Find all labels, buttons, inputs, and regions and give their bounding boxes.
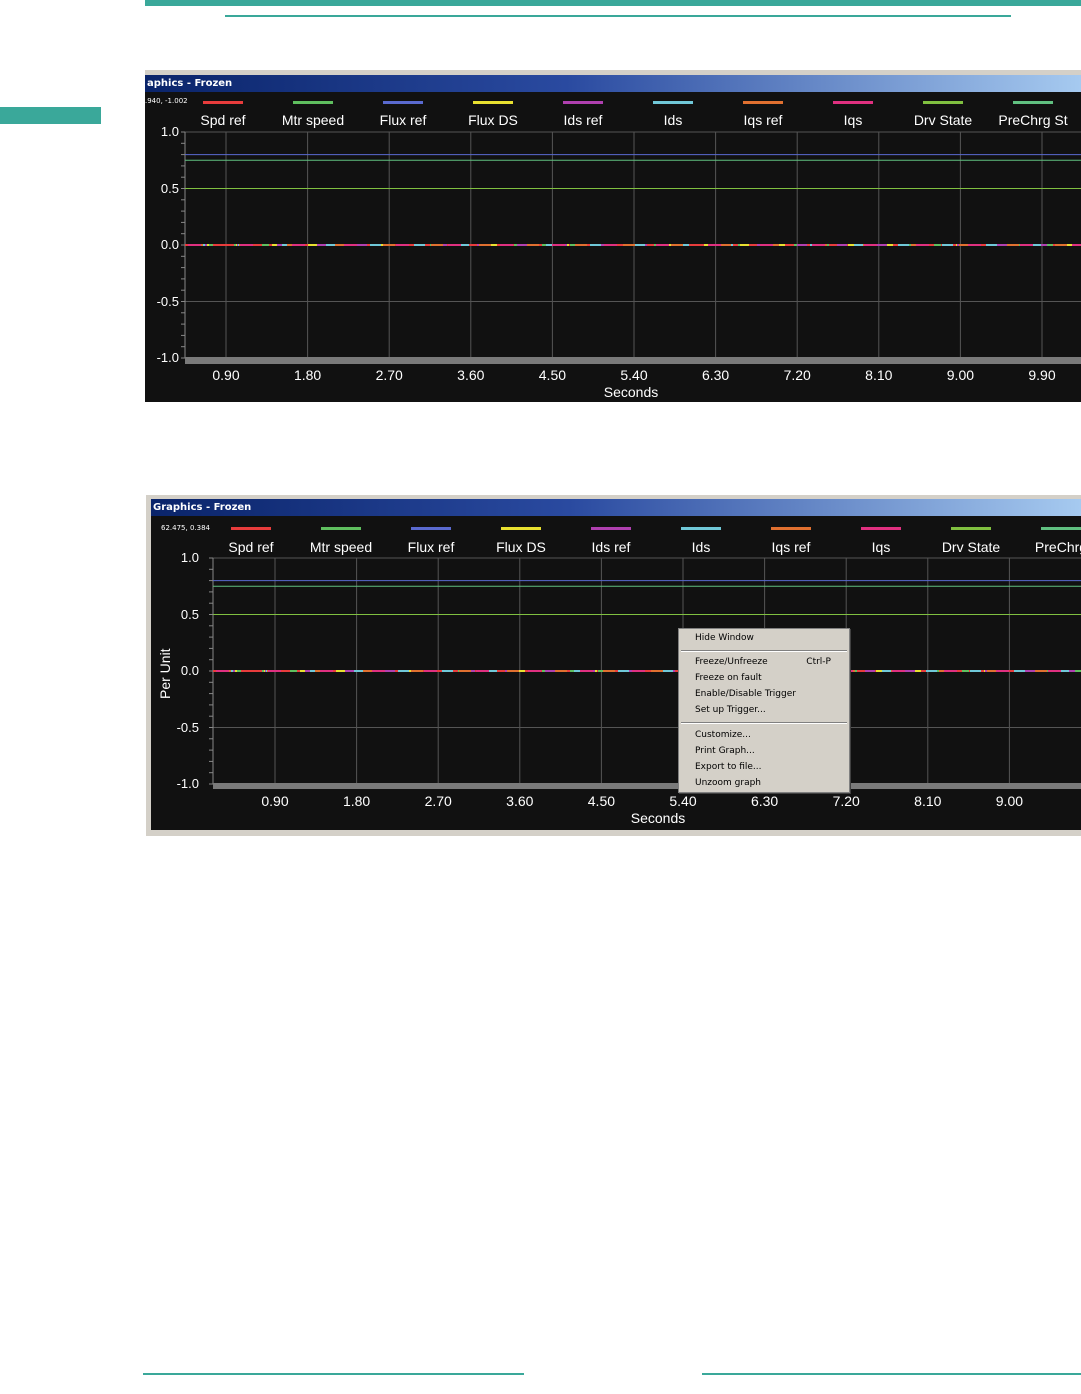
plot-area[interactable] — [145, 70, 1081, 402]
menu-item-export-to-file[interactable]: Export to file... — [695, 762, 762, 772]
x-tick-label: 2.70 — [424, 793, 452, 809]
x-tick-label: 6.30 — [750, 793, 779, 809]
x-tick-label: 2.70 — [375, 367, 403, 383]
graphics-window-2[interactable]: Graphics - Frozen 62.475, 0.384 Spd ref M… — [151, 499, 1081, 830]
menu-item-freeze-on-fault[interactable]: Freeze on fault — [695, 673, 762, 683]
y-tick-label: 0.0 — [160, 237, 179, 252]
plot-area[interactable] — [151, 499, 1081, 830]
menu-item-hide-window[interactable]: Hide Window — [695, 633, 754, 643]
context-menu: Hide Window Freeze/Unfreeze Ctrl-P Freez… — [678, 628, 850, 793]
x-tick-label: 0.90 — [212, 367, 240, 383]
menu-separator — [681, 650, 847, 652]
footer-rule-left — [143, 1373, 524, 1375]
x-tick-label: 8.10 — [865, 367, 893, 383]
y-tick-label: 1.0 — [160, 124, 179, 139]
menu-item-freeze-unfreeze[interactable]: Freeze/Unfreeze — [695, 657, 768, 667]
x-axis-label: Seconds — [603, 384, 659, 400]
y-tick-label: 0.5 — [180, 606, 199, 622]
y-tick-label: -1.0 — [156, 350, 179, 365]
y-axis-label: Per Unit — [157, 648, 173, 699]
menu-shortcut-freeze: Ctrl-P — [806, 657, 831, 667]
x-tick-label: 8.10 — [914, 793, 942, 809]
x-tick-label: 9.00 — [995, 793, 1024, 809]
x-tick-label: 4.50 — [587, 793, 616, 809]
x-axis-label: Seconds — [630, 810, 686, 826]
menu-item-print-graph[interactable]: Print Graph... — [695, 746, 755, 756]
menu-item-enable-disable-trigger[interactable]: Enable/Disable Trigger — [695, 689, 796, 699]
x-axis-bar — [213, 783, 1081, 789]
x-tick-label: 1.80 — [293, 367, 322, 383]
x-axis-bar — [185, 357, 1081, 364]
x-tick-label: 9.00 — [946, 367, 975, 383]
x-tick-label: 9.90 — [1028, 367, 1056, 383]
x-tick-label: 5.40 — [669, 793, 697, 809]
x-tick-label: 3.60 — [457, 367, 485, 383]
y-tick-label: -0.5 — [156, 293, 179, 309]
x-tick-label: 7.20 — [832, 793, 860, 809]
y-tick-label: -0.5 — [176, 719, 199, 735]
x-tick-label: 3.60 — [506, 793, 534, 809]
x-tick-label: 7.20 — [783, 367, 811, 383]
menu-item-set-up-trigger[interactable]: Set up Trigger... — [695, 705, 766, 715]
x-tick-label: 0.90 — [261, 793, 289, 809]
y-tick-label: -1.0 — [176, 776, 199, 791]
y-tick-label: 1.0 — [180, 550, 199, 565]
x-tick-label: 6.30 — [701, 367, 730, 383]
footer-rule-right — [702, 1373, 1081, 1375]
graphics-window-1[interactable]: aphics - Frozen .940, -1.002 Spd ref Mtr … — [145, 70, 1081, 402]
header-subrule — [225, 15, 1011, 17]
menu-separator — [681, 722, 847, 724]
y-tick-label: 0.5 — [160, 180, 179, 196]
menu-item-customize[interactable]: Customize... — [695, 730, 751, 740]
header-rule — [145, 0, 1081, 6]
menu-item-unzoom-graph[interactable]: Unzoom graph — [695, 778, 761, 788]
side-tab — [0, 107, 101, 124]
x-tick-label: 1.80 — [342, 793, 371, 809]
x-tick-label: 5.40 — [620, 367, 648, 383]
x-tick-label: 4.50 — [538, 367, 567, 383]
